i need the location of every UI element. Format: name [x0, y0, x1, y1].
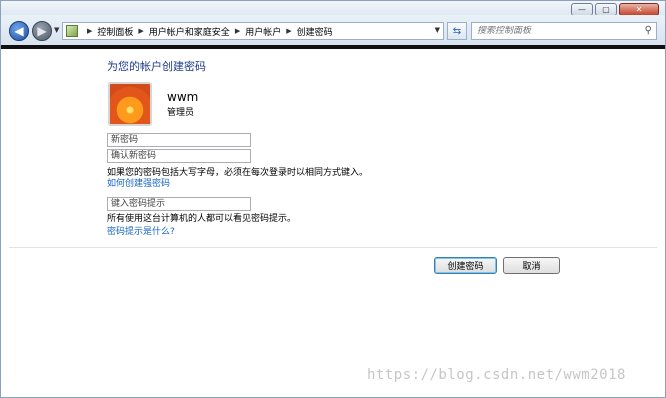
back-button[interactable]: ◀: [9, 21, 29, 41]
address-bar[interactable]: ▶ 控制面板 ▶ 用户帐户和家庭安全 ▶ 用户帐户 ▶ 创建密码 ▼: [62, 22, 444, 40]
address-dropdown-icon[interactable]: ▼: [435, 26, 440, 34]
search-box[interactable]: ⚲: [471, 22, 657, 40]
user-avatar: [108, 82, 152, 126]
user-name: wwm: [167, 90, 199, 104]
page-title: 为您的帐户创建密码: [107, 60, 206, 73]
breadcrumb-separator[interactable]: ▶: [138, 27, 143, 35]
breadcrumb-separator[interactable]: ▶: [87, 27, 92, 35]
create-password-button[interactable]: 创建密码: [434, 257, 497, 274]
recent-pages-dropdown[interactable]: ▼: [54, 26, 59, 34]
user-role: 管理员: [167, 108, 195, 118]
new-password-field[interactable]: [107, 133, 251, 147]
cancel-button[interactable]: 取消: [503, 257, 560, 274]
breadcrumb-separator[interactable]: ▶: [235, 27, 240, 35]
hint-visibility-note: 所有使用这台计算机的人都可以看见密码提示。: [107, 214, 297, 224]
control-panel-icon: [66, 25, 78, 37]
breadcrumb-create-password[interactable]: 创建密码: [297, 25, 333, 38]
main-content: 为您的帐户创建密码 wwm 管理员 如果您的密码包括大写字母，必须在每次登录时以…: [1, 49, 665, 397]
breadcrumb-separator[interactable]: ▶: [286, 27, 291, 35]
forward-button[interactable]: ▶: [32, 21, 52, 41]
search-icon[interactable]: ⚲: [645, 25, 652, 36]
confirm-password-field[interactable]: [107, 149, 251, 163]
navigation-toolbar: ◀ ▶ ▼ ▶ 控制面板 ▶ 用户帐户和家庭安全 ▶ 用户帐户 ▶ 创建密码 ▼…: [1, 15, 665, 45]
strong-password-link[interactable]: 如何创建强密码: [107, 176, 170, 189]
breadcrumb-user-accounts[interactable]: 用户帐户: [245, 25, 281, 38]
breadcrumb-control-panel[interactable]: 控制面板: [97, 25, 133, 38]
password-hint-help-link[interactable]: 密码提示是什么?: [107, 224, 175, 237]
control-panel-window: — ▢ ✕ ◀ ▶ ▼ ▶ 控制面板 ▶ 用户帐户和家庭安全 ▶ 用户帐户 ▶ …: [0, 0, 666, 398]
password-hint-field[interactable]: [107, 197, 251, 211]
divider: [9, 247, 657, 248]
refresh-button[interactable]: ⇆: [447, 22, 467, 40]
search-input[interactable]: [477, 26, 637, 36]
title-bar: — ▢ ✕: [1, 1, 665, 16]
watermark-text: https://blog.csdn.net/wwm2018: [367, 367, 626, 383]
breadcrumb-user-accounts-family-safety[interactable]: 用户帐户和家庭安全: [149, 25, 230, 38]
